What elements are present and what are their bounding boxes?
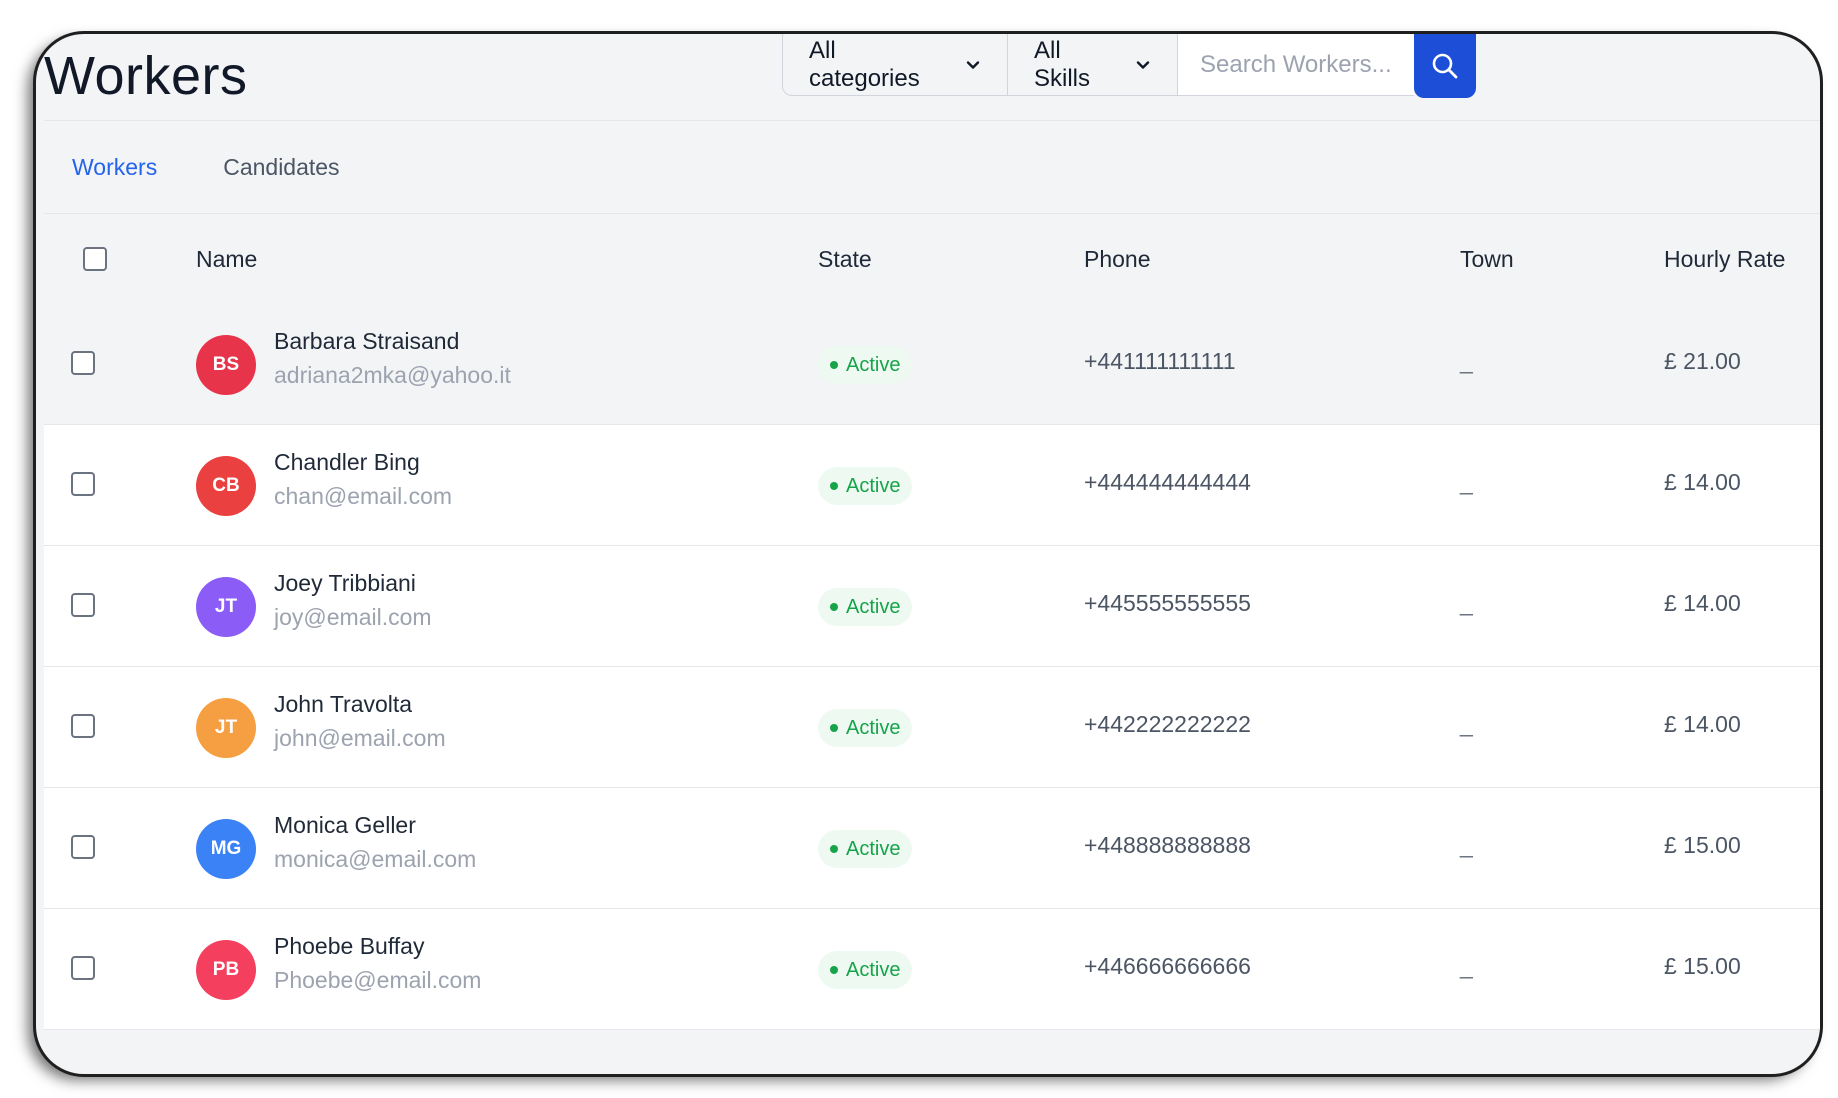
avatar-initials: MG (210, 838, 242, 859)
skills-dropdown-label: All Skills (1034, 36, 1091, 92)
table-row[interactable]: CB Chandler Bing chan@email.com Active +… (44, 425, 1820, 546)
worker-hourly-rate: £ 14.00 (1664, 469, 1741, 495)
row-checkbox[interactable] (71, 956, 95, 980)
status-badge: Active (818, 346, 913, 384)
row-checkbox[interactable] (71, 593, 95, 617)
avatar: CB (196, 456, 256, 516)
avatar-initials: JT (214, 596, 238, 617)
status-dot-icon (830, 724, 838, 732)
worker-email: joy@email.com (274, 604, 432, 630)
table-body: BS Barbara Straisand adriana2mka@yahoo.i… (44, 304, 1820, 1030)
worker-phone: +442222222222 (1084, 711, 1251, 737)
avatar: JT (196, 577, 256, 637)
tab-bar: Workers Candidates (44, 121, 1820, 214)
worker-email: Phoebe@email.com (274, 967, 482, 993)
worker-name[interactable]: Joey Tribbiani (274, 570, 416, 597)
avatar-initials: JT (214, 717, 238, 738)
main-content: Workers Candidates Name State Phone Town… (44, 120, 1820, 1074)
table-row[interactable]: PB Phoebe Buffay Phoebe@email.com Active… (44, 909, 1820, 1030)
row-checkbox[interactable] (71, 714, 95, 738)
worker-hourly-rate: £ 14.00 (1664, 590, 1741, 616)
worker-phone: +448888888888 (1084, 832, 1251, 858)
worker-name[interactable]: Barbara Straisand (274, 328, 459, 355)
table-row[interactable]: JT John Travolta john@email.com Active +… (44, 667, 1820, 788)
column-header-state[interactable]: State (818, 214, 872, 304)
app-window: Workers All categories All Skills Worker… (36, 34, 1820, 1074)
worker-town: _ (1460, 348, 1473, 374)
category-dropdown[interactable]: All categories (782, 34, 1008, 96)
worker-phone: +446666666666 (1084, 953, 1251, 979)
status-badge: Active (818, 951, 913, 989)
worker-hourly-rate: £ 15.00 (1664, 832, 1741, 858)
worker-email: chan@email.com (274, 483, 453, 509)
avatar: JT (196, 698, 256, 758)
worker-hourly-rate: £ 21.00 (1664, 348, 1741, 374)
search-icon (1430, 51, 1460, 81)
status-label: Active (846, 353, 901, 376)
tab-candidates[interactable]: Candidates (223, 154, 339, 181)
worker-phone: +445555555555 (1084, 590, 1251, 616)
worker-hourly-rate: £ 15.00 (1664, 953, 1741, 979)
avatar: BS (196, 335, 256, 395)
status-badge: Active (818, 467, 913, 505)
column-header-phone[interactable]: Phone (1084, 214, 1151, 304)
tab-workers[interactable]: Workers (72, 154, 157, 181)
worker-town: _ (1460, 711, 1473, 737)
worker-name[interactable]: Chandler Bing (274, 449, 420, 476)
worker-town: _ (1460, 469, 1473, 495)
worker-phone: +441111111111 (1084, 348, 1236, 374)
status-label: Active (846, 595, 901, 618)
status-dot-icon (830, 966, 838, 974)
worker-name[interactable]: Monica Geller (274, 812, 416, 839)
table-row[interactable]: BS Barbara Straisand adriana2mka@yahoo.i… (44, 304, 1820, 425)
status-label: Active (846, 837, 901, 860)
avatar-initials: PB (212, 959, 240, 980)
row-checkbox[interactable] (71, 472, 95, 496)
chevron-down-icon (965, 57, 981, 73)
status-dot-icon (830, 603, 838, 611)
avatar: MG (196, 819, 256, 879)
avatar: PB (196, 940, 256, 1000)
chevron-down-icon (1135, 57, 1151, 73)
worker-hourly-rate: £ 14.00 (1664, 711, 1741, 737)
skills-dropdown[interactable]: All Skills (1008, 34, 1178, 96)
column-header-town[interactable]: Town (1460, 214, 1514, 304)
worker-email: adriana2mka@yahoo.it (274, 362, 511, 388)
status-label: Active (846, 474, 901, 497)
table-row[interactable]: JT Joey Tribbiani joy@email.com Active +… (44, 546, 1820, 667)
status-label: Active (846, 716, 901, 739)
worker-email: john@email.com (274, 725, 446, 751)
row-checkbox[interactable] (71, 835, 95, 859)
worker-phone: +444444444444 (1084, 469, 1251, 495)
worker-town: _ (1460, 832, 1473, 858)
filter-bar: All categories All Skills (782, 34, 1476, 98)
table-header: Name State Phone Town Hourly Rate (44, 214, 1820, 304)
status-label: Active (846, 958, 901, 981)
worker-town: _ (1460, 953, 1473, 979)
search-box (1178, 34, 1414, 96)
worker-email: monica@email.com (274, 846, 477, 872)
avatar-initials: CB (212, 475, 240, 496)
status-dot-icon (830, 361, 838, 369)
worker-town: _ (1460, 590, 1473, 616)
status-dot-icon (830, 482, 838, 490)
avatar-initials: BS (212, 354, 240, 375)
workers-table: Name State Phone Town Hourly Rate BS Bar… (44, 214, 1820, 1030)
category-dropdown-label: All categories (809, 36, 920, 92)
status-badge: Active (818, 830, 913, 868)
select-all-checkbox[interactable] (83, 247, 107, 271)
status-badge: Active (818, 588, 913, 626)
row-checkbox[interactable] (71, 351, 95, 375)
status-badge: Active (818, 709, 913, 747)
search-input[interactable] (1198, 49, 1414, 80)
search-button[interactable] (1414, 34, 1476, 98)
page-title: Workers (44, 46, 248, 106)
status-dot-icon (830, 845, 838, 853)
worker-name[interactable]: Phoebe Buffay (274, 933, 424, 960)
column-header-hourly-rate[interactable]: Hourly Rate (1664, 214, 1785, 304)
column-header-name[interactable]: Name (196, 214, 257, 304)
worker-name[interactable]: John Travolta (274, 691, 412, 718)
table-row[interactable]: MG Monica Geller monica@email.com Active… (44, 788, 1820, 909)
